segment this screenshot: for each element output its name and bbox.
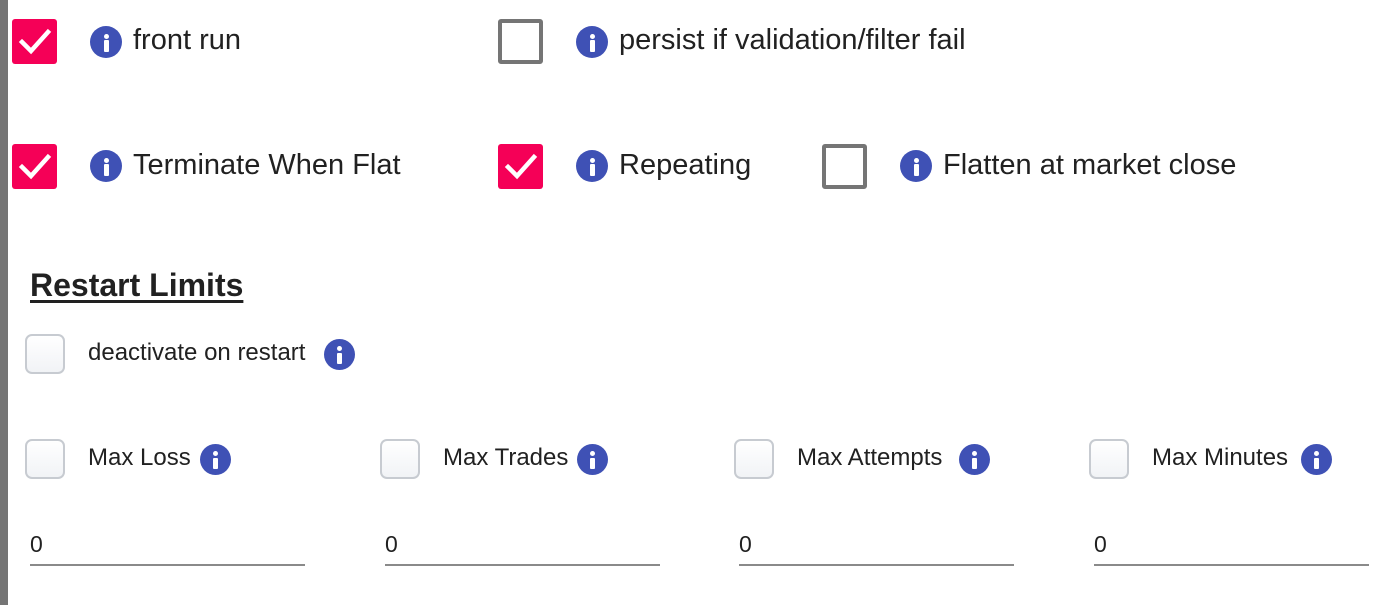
persist-fail-info-icon[interactable] bbox=[576, 26, 608, 58]
max-loss-info-icon[interactable] bbox=[200, 444, 231, 475]
settings-panel: front run persist if validation/filter f… bbox=[0, 0, 1398, 605]
max-trades-checkbox[interactable] bbox=[380, 439, 420, 479]
max-loss-label: Max Loss bbox=[88, 444, 191, 471]
flatten-at-close-checkbox[interactable] bbox=[822, 144, 867, 189]
front-run-info-icon[interactable] bbox=[90, 26, 122, 58]
max-attempts-label: Max Attempts bbox=[797, 444, 943, 471]
max-trades-input[interactable] bbox=[385, 524, 660, 564]
front-run-checkbox[interactable] bbox=[12, 19, 57, 64]
max-minutes-info-icon[interactable] bbox=[1301, 444, 1332, 475]
restart-limits-heading: Restart Limits bbox=[30, 267, 244, 303]
max-trades-label: Max Trades bbox=[443, 444, 569, 471]
max-trades-info-icon[interactable] bbox=[577, 444, 608, 475]
deactivate-on-restart-label: deactivate on restart bbox=[88, 339, 306, 366]
deactivate-on-restart-checkbox[interactable] bbox=[25, 334, 65, 374]
repeating-label: Repeating bbox=[619, 149, 752, 181]
max-minutes-checkbox[interactable] bbox=[1089, 439, 1129, 479]
terminate-when-flat-checkbox[interactable] bbox=[12, 144, 57, 189]
max-attempts-input[interactable] bbox=[739, 524, 1014, 564]
max-minutes-field bbox=[1094, 524, 1369, 566]
deactivate-on-restart-info-icon[interactable] bbox=[324, 339, 355, 370]
front-run-label: front run bbox=[133, 24, 241, 56]
max-attempts-field bbox=[739, 524, 1014, 566]
flatten-at-close-label: Flatten at market close bbox=[943, 149, 1237, 181]
terminate-when-flat-label: Terminate When Flat bbox=[133, 149, 401, 181]
checkmark-icon bbox=[18, 28, 52, 55]
max-attempts-info-icon[interactable] bbox=[959, 444, 990, 475]
max-loss-input[interactable] bbox=[30, 524, 305, 564]
flatten-at-close-info-icon[interactable] bbox=[900, 150, 932, 182]
max-trades-field bbox=[385, 524, 660, 566]
repeating-checkbox[interactable] bbox=[498, 144, 543, 189]
max-loss-checkbox[interactable] bbox=[25, 439, 65, 479]
max-loss-field bbox=[30, 524, 305, 566]
terminate-when-flat-info-icon[interactable] bbox=[90, 150, 122, 182]
max-attempts-checkbox[interactable] bbox=[734, 439, 774, 479]
checkmark-icon bbox=[504, 153, 538, 180]
max-minutes-label: Max Minutes bbox=[1152, 444, 1289, 471]
persist-fail-checkbox[interactable] bbox=[498, 19, 543, 64]
repeating-info-icon[interactable] bbox=[576, 150, 608, 182]
left-scrollbar-edge bbox=[0, 0, 8, 605]
persist-fail-label: persist if validation/filter fail bbox=[619, 24, 966, 56]
max-minutes-input[interactable] bbox=[1094, 524, 1369, 564]
checkmark-icon bbox=[18, 153, 52, 180]
